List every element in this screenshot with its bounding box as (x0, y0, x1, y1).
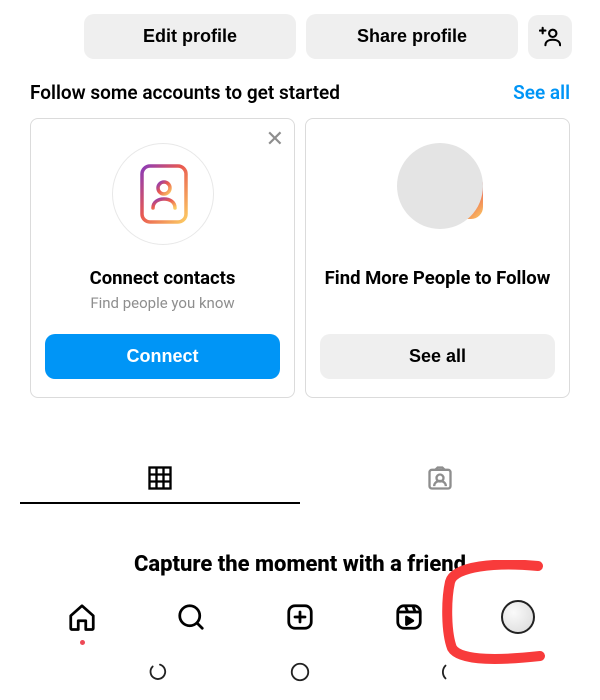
sys-home-button[interactable] (289, 661, 311, 687)
connect-button[interactable]: Connect (45, 334, 280, 379)
card-subtitle: Find people you know (90, 294, 234, 312)
add-person-icon (539, 26, 561, 48)
nav-create[interactable] (276, 593, 324, 641)
see-all-button[interactable]: See all (320, 334, 555, 379)
contacts-book-icon (112, 143, 214, 245)
notification-dot-icon (80, 640, 85, 645)
avatar-placeholder-icon (397, 143, 483, 229)
close-icon[interactable]: ✕ (266, 129, 284, 151)
sys-home-icon (289, 661, 311, 683)
tab-tagged[interactable] (300, 454, 580, 504)
create-post-icon (285, 602, 315, 632)
card-title: Find More People to Follow (325, 267, 551, 290)
home-icon (67, 602, 97, 632)
profile-avatar-icon (501, 600, 535, 634)
nav-profile[interactable] (494, 593, 542, 641)
tab-grid[interactable] (20, 454, 300, 504)
sys-back-button[interactable] (429, 661, 451, 687)
nav-home[interactable] (58, 593, 106, 641)
grid-icon (146, 464, 174, 492)
connect-contacts-card: ✕ Connect contacts Find people you (30, 118, 295, 398)
section-title: Follow some accounts to get started (30, 81, 340, 104)
discover-people-button[interactable] (528, 15, 572, 59)
share-profile-button[interactable]: Share profile (306, 14, 518, 59)
card-title: Connect contacts (90, 267, 236, 290)
search-icon (176, 602, 206, 632)
see-all-link[interactable]: See all (513, 81, 570, 104)
sys-recent-button[interactable] (149, 661, 171, 687)
nav-search[interactable] (167, 593, 215, 641)
tagged-person-icon (426, 464, 454, 492)
reels-icon (394, 602, 424, 632)
back-icon (429, 661, 451, 683)
recent-apps-icon (149, 661, 171, 683)
edit-profile-button[interactable]: Edit profile (84, 14, 296, 59)
nav-reels[interactable] (385, 593, 433, 641)
empty-state-caption: Capture the moment with a friend (0, 552, 600, 577)
find-more-people-card: Find More People to Follow See all (305, 118, 570, 398)
